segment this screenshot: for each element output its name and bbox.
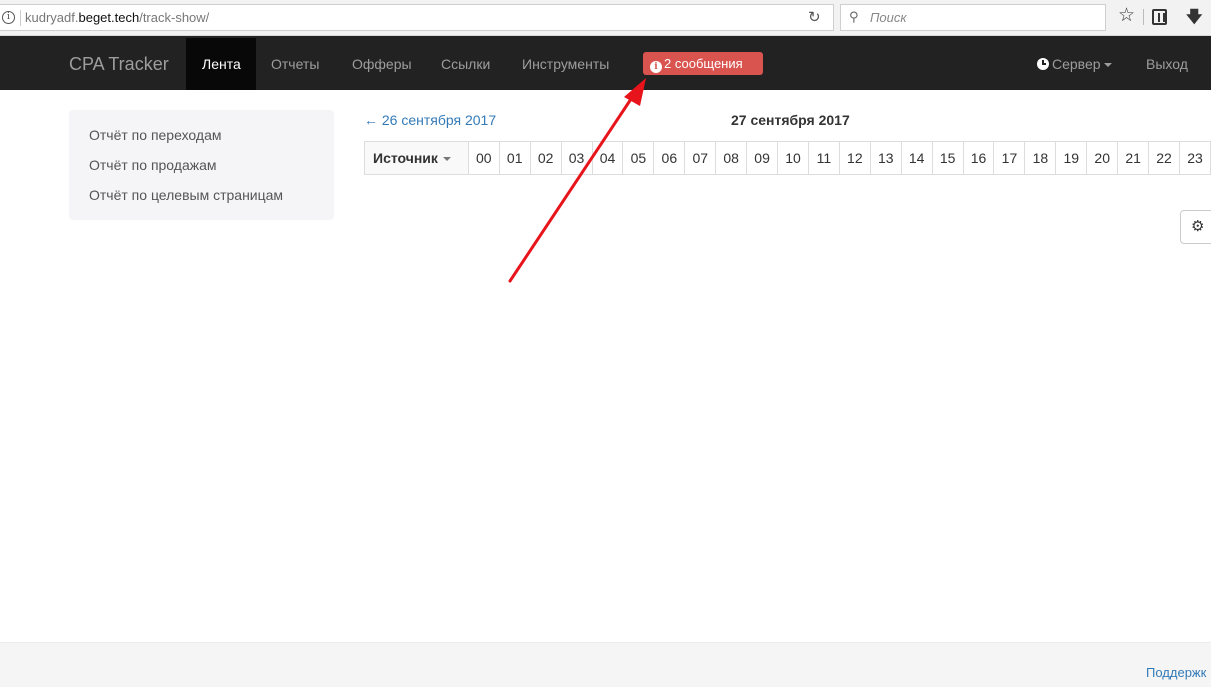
gear-icon: ⚙ bbox=[1191, 218, 1205, 235]
settings-button[interactable]: ⚙ bbox=[1180, 210, 1211, 244]
logout-link[interactable]: Выход bbox=[1146, 56, 1188, 72]
hour-cell: 12 bbox=[838, 141, 871, 175]
reload-icon[interactable]: ↻ bbox=[808, 8, 821, 26]
hour-cell: 18 bbox=[1024, 141, 1057, 175]
hour-cell: 08 bbox=[715, 141, 748, 175]
sidebar-link-clicks-report[interactable]: Отчёт по переходам bbox=[89, 127, 221, 143]
toolbar-separator bbox=[1143, 9, 1144, 25]
nav-item-links[interactable]: Ссылки bbox=[441, 56, 490, 72]
source-header-label: Источник bbox=[373, 150, 438, 166]
hour-cell: 04 bbox=[591, 141, 624, 175]
page-footer: Поддержк bbox=[0, 642, 1211, 687]
server-label: Сервер bbox=[1052, 56, 1101, 72]
nav-item-feed[interactable]: Лента bbox=[186, 38, 256, 90]
browser-toolbar: i kudryadf.beget.tech/track-show/ ↻ ⚲ По… bbox=[0, 0, 1211, 36]
caret-down-icon bbox=[1103, 63, 1112, 67]
nav-item-offers[interactable]: Офферы bbox=[352, 56, 412, 72]
hour-cell: 11 bbox=[807, 141, 840, 175]
caret-down-icon bbox=[442, 157, 451, 161]
hour-cell: 19 bbox=[1055, 141, 1088, 175]
hour-cell: 10 bbox=[777, 141, 809, 175]
hour-cell: 15 bbox=[931, 141, 964, 175]
search-placeholder: Поиск bbox=[870, 10, 907, 25]
current-date-title: 27 сентября 2017 bbox=[731, 112, 850, 128]
url-text[interactable]: kudryadf.beget.tech/track-show/ bbox=[25, 10, 209, 25]
hour-cell: 22 bbox=[1148, 141, 1181, 175]
table-header-row: Источник 00 01 02 03 04 05 06 07 08 09 1… bbox=[364, 141, 1211, 175]
browser-search-input[interactable]: ⚲ Поиск bbox=[840, 4, 1106, 31]
address-bar[interactable]: i kudryadf.beget.tech/track-show/ ↻ bbox=[0, 4, 834, 31]
hour-cell: 23 bbox=[1179, 141, 1211, 175]
hour-cell: 14 bbox=[900, 141, 933, 175]
hour-cell: 17 bbox=[993, 141, 1026, 175]
main-navbar: CPA Tracker Лента Отчеты Офферы Ссылки И… bbox=[0, 36, 1211, 90]
info-circle-icon: i bbox=[650, 61, 662, 73]
url-domain: beget.tech bbox=[78, 10, 140, 25]
hour-cell: 06 bbox=[653, 141, 686, 175]
hours-table: Источник 00 01 02 03 04 05 06 07 08 09 1… bbox=[364, 141, 1211, 175]
hour-cell: 13 bbox=[869, 141, 902, 175]
annotation-arrow-shaft bbox=[508, 94, 635, 283]
url-path: /track-show/ bbox=[139, 10, 210, 25]
source-column-header[interactable]: Источник bbox=[364, 141, 469, 175]
messages-badge-label: 2 сообщения bbox=[664, 56, 743, 71]
reading-list-icon[interactable] bbox=[1152, 9, 1167, 25]
nav-item-reports[interactable]: Отчеты bbox=[271, 56, 319, 72]
info-icon[interactable]: i bbox=[2, 11, 15, 24]
hour-cell: 07 bbox=[684, 141, 717, 175]
hour-cell: 02 bbox=[529, 141, 562, 175]
sidebar-link-sales-report[interactable]: Отчёт по продажам bbox=[89, 157, 217, 173]
hour-cell: 16 bbox=[962, 141, 995, 175]
sidebar-link-landing-pages-report[interactable]: Отчёт по целевым страницам bbox=[89, 187, 283, 203]
prev-date-link[interactable]: ← 26 сентября 2017 bbox=[364, 112, 496, 128]
reports-sidebar: Отчёт по переходам Отчёт по продажам Отч… bbox=[69, 110, 334, 220]
nav-item-feed-label: Лента bbox=[202, 56, 241, 72]
hour-cell: 03 bbox=[560, 141, 593, 175]
brand-logo[interactable]: CPA Tracker bbox=[69, 54, 169, 75]
url-separator bbox=[20, 10, 21, 26]
support-link[interactable]: Поддержк bbox=[1146, 665, 1206, 680]
hour-cell: 20 bbox=[1086, 141, 1119, 175]
clock-icon bbox=[1037, 58, 1049, 70]
hour-cell: 01 bbox=[498, 141, 531, 175]
messages-badge-button[interactable]: i2 сообщения bbox=[643, 52, 763, 75]
nav-item-tools[interactable]: Инструменты bbox=[522, 56, 609, 72]
bookmark-star-icon[interactable]: ☆ bbox=[1118, 6, 1135, 26]
annotation-arrow bbox=[508, 78, 646, 283]
hour-cell: 09 bbox=[746, 141, 779, 175]
server-dropdown[interactable]: Сервер bbox=[1037, 56, 1112, 72]
download-icon[interactable]: 🡇 bbox=[1186, 6, 1202, 33]
search-icon: ⚲ bbox=[849, 9, 859, 24]
hour-cell: 05 bbox=[622, 141, 655, 175]
hour-cell: 21 bbox=[1117, 141, 1150, 175]
hour-cell: 00 bbox=[467, 141, 500, 175]
url-prefix: kudryadf. bbox=[25, 10, 79, 25]
